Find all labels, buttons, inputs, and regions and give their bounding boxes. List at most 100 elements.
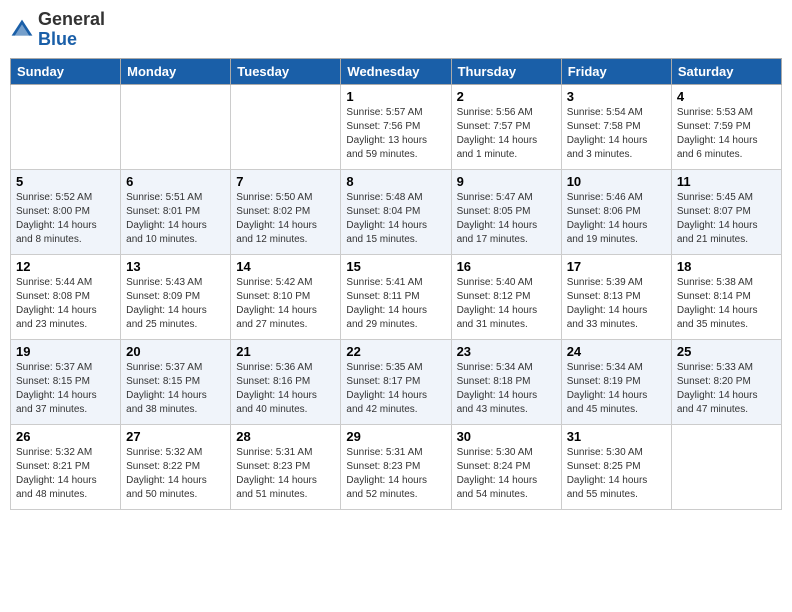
calendar-cell: 10 Sunrise: 5:46 AMSunset: 8:06 PMDayligh… [561,169,671,254]
calendar-cell: 19 Sunrise: 5:37 AMSunset: 8:15 PMDayligh… [11,339,121,424]
calendar-cell: 24Sunrise: 5:34 AMSunset: 8:19 PMDayligh… [561,339,671,424]
calendar-header-row: SundayMondayTuesdayWednesdayThursdayFrid… [11,58,782,84]
day-number: 12 [16,259,115,274]
day-info: Sunrise: 5:43 AMSunset: 8:09 PMDaylight:… [126,276,225,332]
day-number: 25 [677,344,776,359]
calendar-cell: 14 Sunrise: 5:42 AMSunset: 8:10 PMDayligh… [231,254,341,339]
day-info: Sunrise: 5:38 AMSunset: 8:14 PMDaylight:… [677,276,776,332]
day-number: 23 [457,344,556,359]
day-info: Sunrise: 5:35 AMSunset: 8:17 PMDaylight:… [346,361,445,417]
column-header-saturday: Saturday [671,58,781,84]
calendar-cell: 11 Sunrise: 5:45 AMSunset: 8:07 PMDayligh… [671,169,781,254]
calendar-cell [671,424,781,509]
calendar-cell: 20 Sunrise: 5:37 AMSunset: 8:15 PMDayligh… [121,339,231,424]
calendar-cell: 27 Sunrise: 5:32 AMSunset: 8:22 PMDayligh… [121,424,231,509]
day-info: Sunrise: 5:32 AMSunset: 8:21 PMDaylight:… [16,446,115,502]
day-number: 8 [346,174,445,189]
day-number: 6 [126,174,225,189]
calendar-cell: 26Sunrise: 5:32 AMSunset: 8:21 PMDayligh… [11,424,121,509]
day-info: Sunrise: 5:57 AMSunset: 7:56 PMDaylight:… [346,106,445,162]
day-number: 14 [236,259,335,274]
calendar-cell: 22 Sunrise: 5:35 AMSunset: 8:17 PMDayligh… [341,339,451,424]
day-number: 24 [567,344,666,359]
calendar-cell: 9 Sunrise: 5:47 AMSunset: 8:05 PMDaylight… [451,169,561,254]
day-number: 20 [126,344,225,359]
day-info: Sunrise: 5:48 AMSunset: 8:04 PMDaylight:… [346,191,445,247]
day-info: Sunrise: 5:50 AMSunset: 8:02 PMDaylight:… [236,191,335,247]
day-number: 2 [457,89,556,104]
day-info: Sunrise: 5:39 AMSunset: 8:13 PMDaylight:… [567,276,666,332]
calendar-cell: 2Sunrise: 5:56 AMSunset: 7:57 PMDaylight… [451,84,561,169]
day-number: 19 [16,344,115,359]
column-header-tuesday: Tuesday [231,58,341,84]
day-number: 28 [236,429,335,444]
day-number: 11 [677,174,776,189]
column-header-friday: Friday [561,58,671,84]
day-info: Sunrise: 5:42 AMSunset: 8:10 PMDaylight:… [236,276,335,332]
day-info: Sunrise: 5:34 AMSunset: 8:18 PMDaylight:… [457,361,556,417]
day-number: 30 [457,429,556,444]
calendar-cell: 1 Sunrise: 5:57 AMSunset: 7:56 PMDaylight… [341,84,451,169]
page-header: General Blue [10,10,782,50]
day-info: Sunrise: 5:37 AMSunset: 8:15 PMDaylight:… [126,361,225,417]
day-info: Sunrise: 5:53 AMSunset: 7:59 PMDaylight:… [677,106,776,162]
day-info: Sunrise: 5:36 AMSunset: 8:16 PMDaylight:… [236,361,335,417]
day-number: 4 [677,89,776,104]
day-number: 17 [567,259,666,274]
day-info: Sunrise: 5:40 AMSunset: 8:12 PMDaylight:… [457,276,556,332]
calendar-cell: 23 Sunrise: 5:34 AMSunset: 8:18 PMDayligh… [451,339,561,424]
day-number: 18 [677,259,776,274]
calendar-table: SundayMondayTuesdayWednesdayThursdayFrid… [10,58,782,510]
calendar-cell: 28 Sunrise: 5:31 AMSunset: 8:23 PMDayligh… [231,424,341,509]
column-header-monday: Monday [121,58,231,84]
day-number: 29 [346,429,445,444]
day-number: 9 [457,174,556,189]
day-number: 21 [236,344,335,359]
day-info: Sunrise: 5:47 AMSunset: 8:05 PMDaylight:… [457,191,556,247]
day-number: 16 [457,259,556,274]
calendar-cell: 8 Sunrise: 5:48 AMSunset: 8:04 PMDaylight… [341,169,451,254]
calendar-cell: 15Sunrise: 5:41 AMSunset: 8:11 PMDayligh… [341,254,451,339]
day-number: 15 [346,259,445,274]
calendar-week-row: 1 Sunrise: 5:57 AMSunset: 7:56 PMDaylight… [11,84,782,169]
calendar-cell: 3 Sunrise: 5:54 AMSunset: 7:58 PMDaylight… [561,84,671,169]
day-info: Sunrise: 5:32 AMSunset: 8:22 PMDaylight:… [126,446,225,502]
logo-icon [10,18,34,42]
day-info: Sunrise: 5:30 AMSunset: 8:24 PMDaylight:… [457,446,556,502]
day-number: 10 [567,174,666,189]
calendar-cell: 29 Sunrise: 5:31 AMSunset: 8:23 PMDayligh… [341,424,451,509]
logo: General Blue [10,10,105,50]
day-number: 22 [346,344,445,359]
calendar-cell: 30 Sunrise: 5:30 AMSunset: 8:24 PMDayligh… [451,424,561,509]
calendar-cell: 7Sunrise: 5:50 AMSunset: 8:02 PMDaylight… [231,169,341,254]
calendar-cell: 17 Sunrise: 5:39 AMSunset: 8:13 PMDayligh… [561,254,671,339]
day-number: 31 [567,429,666,444]
calendar-cell [121,84,231,169]
day-info: Sunrise: 5:30 AMSunset: 8:25 PMDaylight:… [567,446,666,502]
day-info: Sunrise: 5:37 AMSunset: 8:15 PMDaylight:… [16,361,115,417]
day-info: Sunrise: 5:45 AMSunset: 8:07 PMDaylight:… [677,191,776,247]
calendar-cell: 5Sunrise: 5:52 AMSunset: 8:00 PMDaylight… [11,169,121,254]
logo-blue-text: Blue [38,29,77,49]
day-info: Sunrise: 5:54 AMSunset: 7:58 PMDaylight:… [567,106,666,162]
column-header-sunday: Sunday [11,58,121,84]
calendar-week-row: 5Sunrise: 5:52 AMSunset: 8:00 PMDaylight… [11,169,782,254]
calendar-cell: 31 Sunrise: 5:30 AMSunset: 8:25 PMDayligh… [561,424,671,509]
day-info: Sunrise: 5:33 AMSunset: 8:20 PMDaylight:… [677,361,776,417]
calendar-week-row: 12Sunrise: 5:44 AMSunset: 8:08 PMDayligh… [11,254,782,339]
calendar-cell [11,84,121,169]
calendar-cell: 16 Sunrise: 5:40 AMSunset: 8:12 PMDayligh… [451,254,561,339]
day-number: 3 [567,89,666,104]
calendar-cell: 12Sunrise: 5:44 AMSunset: 8:08 PMDayligh… [11,254,121,339]
day-info: Sunrise: 5:31 AMSunset: 8:23 PMDaylight:… [346,446,445,502]
logo-general-text: General [38,9,105,29]
column-header-wednesday: Wednesday [341,58,451,84]
day-number: 1 [346,89,445,104]
day-number: 27 [126,429,225,444]
calendar-week-row: 19 Sunrise: 5:37 AMSunset: 8:15 PMDayligh… [11,339,782,424]
day-info: Sunrise: 5:31 AMSunset: 8:23 PMDaylight:… [236,446,335,502]
calendar-cell [231,84,341,169]
calendar-cell: 25 Sunrise: 5:33 AMSunset: 8:20 PMDayligh… [671,339,781,424]
day-info: Sunrise: 5:46 AMSunset: 8:06 PMDaylight:… [567,191,666,247]
day-info: Sunrise: 5:52 AMSunset: 8:00 PMDaylight:… [16,191,115,247]
